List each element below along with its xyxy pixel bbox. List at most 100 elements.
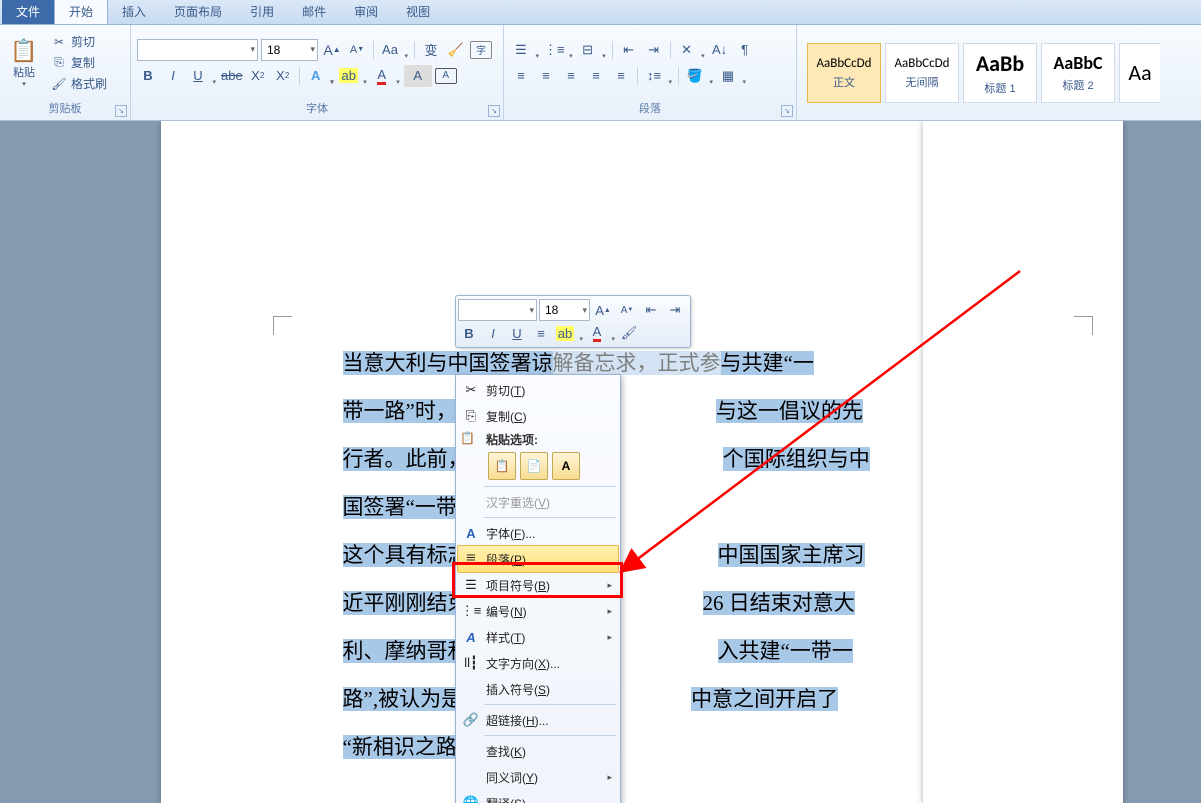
sort-button[interactable]: A↓ bbox=[709, 39, 731, 61]
paste-label: 粘贴 bbox=[13, 64, 35, 80]
font-dialog-launcher[interactable]: ↘ bbox=[488, 105, 500, 117]
line-spacing-button[interactable]: ↕≡ bbox=[643, 65, 673, 87]
mini-font-family[interactable] bbox=[458, 299, 537, 321]
ctx-styles[interactable]: A样式(T)▸ bbox=[458, 624, 618, 650]
underline-button[interactable]: U bbox=[187, 65, 217, 87]
group-paragraph: ☰ ⋮≡ ⊟ ⇤ ⇥ ✕ A↓ ¶ ≡ ≡ ≡ ≡ ≡ ↕≡ 🪣 bbox=[504, 25, 797, 120]
numbering-button[interactable]: ⋮≡ bbox=[543, 39, 574, 61]
paragraph-dialog-launcher[interactable]: ↘ bbox=[781, 105, 793, 117]
font-color-button[interactable]: A bbox=[371, 65, 401, 87]
shrink-font-button[interactable]: A▼ bbox=[346, 39, 368, 61]
shading-button[interactable]: 🪣 bbox=[684, 65, 714, 87]
style-heading1[interactable]: AaBb 标题 1 bbox=[963, 43, 1037, 103]
mini-shrink-font[interactable]: A▼ bbox=[616, 299, 638, 321]
ctx-hyperlink[interactable]: 🔗超链接(H)... bbox=[458, 707, 618, 733]
mini-italic[interactable]: I bbox=[482, 322, 504, 344]
subscript-button[interactable]: X2 bbox=[247, 65, 269, 87]
clipboard-icon: 📋 bbox=[10, 38, 37, 64]
clear-formatting-button[interactable]: 🧹 bbox=[445, 39, 467, 61]
ctx-copy[interactable]: ⎘复制(C) bbox=[458, 403, 618, 429]
tab-page-layout[interactable]: 页面布局 bbox=[160, 0, 236, 24]
mini-bold[interactable]: B bbox=[458, 322, 480, 344]
character-border-button[interactable]: A bbox=[435, 68, 457, 84]
tab-file[interactable]: 文件 bbox=[2, 0, 54, 24]
link-icon: 🔗 bbox=[462, 711, 480, 729]
mini-center[interactable]: ≡ bbox=[530, 322, 552, 344]
format-painter-button[interactable]: 🖌格式刷 bbox=[48, 74, 110, 93]
align-center-button[interactable]: ≡ bbox=[535, 65, 557, 87]
asian-layout-button[interactable]: ✕ bbox=[676, 39, 706, 61]
document-workspace: 当意大利与中国签署谅解备忘求，正式参与共建“一 带一路”时，它成为七与这一倡议的… bbox=[0, 121, 1201, 803]
document-body-text[interactable]: 当意大利与中国签署谅解备忘求，正式参与共建“一 带一路”时，它成为七与这一倡议的… bbox=[343, 339, 968, 771]
menu-tabs: 文件 开始 插入 页面布局 引用 邮件 审阅 视图 bbox=[0, 0, 1201, 25]
paste-button[interactable]: 📋 粘贴 ▾ bbox=[6, 33, 42, 93]
ctx-translate[interactable]: 🌐翻译(S) bbox=[458, 790, 618, 803]
tab-home[interactable]: 开始 bbox=[54, 0, 108, 24]
style-heading2[interactable]: AaBbC 标题 2 bbox=[1041, 43, 1115, 103]
ctx-numbering[interactable]: ⋮≡编号(N)▸ bbox=[458, 598, 618, 624]
multilevel-list-button[interactable]: ⊟ bbox=[577, 39, 607, 61]
bullets-button[interactable]: ☰ bbox=[510, 39, 540, 61]
enclose-characters-button[interactable]: 字 bbox=[470, 41, 492, 59]
mini-increase-indent[interactable]: ⇥ bbox=[664, 299, 686, 321]
justify-button[interactable]: ≡ bbox=[585, 65, 607, 87]
mini-highlight[interactable]: ab bbox=[554, 322, 584, 344]
ctx-insert-symbol[interactable]: 插入符号(S) bbox=[458, 676, 618, 702]
tab-review[interactable]: 审阅 bbox=[340, 0, 392, 24]
ctx-find[interactable]: 查找(K) bbox=[458, 738, 618, 764]
character-shading-button[interactable]: A bbox=[404, 65, 432, 87]
grow-font-button[interactable]: A▲ bbox=[321, 39, 343, 61]
highlight-button[interactable]: ab bbox=[338, 65, 368, 87]
distributed-button[interactable]: ≡ bbox=[610, 65, 632, 87]
font-family-combo[interactable] bbox=[137, 39, 258, 61]
paste-keep-source[interactable]: 📋 bbox=[488, 452, 516, 480]
change-case-button[interactable]: Aa bbox=[379, 39, 409, 61]
ctx-bullets[interactable]: ☰项目符号(B)▸ bbox=[458, 572, 618, 598]
mini-grow-font[interactable]: A▲ bbox=[592, 299, 614, 321]
margin-corner-tr bbox=[1074, 316, 1093, 335]
align-left-button[interactable]: ≡ bbox=[510, 65, 532, 87]
style-normal[interactable]: AaBbCcDd 正文 bbox=[807, 43, 881, 103]
ctx-paragraph[interactable]: ≣段落(P)... bbox=[457, 545, 619, 573]
ctx-text-direction[interactable]: ll┇文字方向(X)... bbox=[458, 650, 618, 676]
borders-button[interactable]: ▦ bbox=[717, 65, 747, 87]
text-effects-button[interactable]: A bbox=[305, 65, 335, 87]
paste-merge[interactable]: 📄 bbox=[520, 452, 548, 480]
mini-font-color[interactable]: A bbox=[586, 322, 616, 344]
mini-decrease-indent[interactable]: ⇤ bbox=[640, 299, 662, 321]
phonetic-guide-button[interactable]: 变 bbox=[420, 39, 442, 61]
ctx-font[interactable]: A字体(F)... bbox=[458, 520, 618, 546]
translate-icon: 🌐 bbox=[462, 794, 480, 803]
group-clipboard: 📋 粘贴 ▾ ✂剪切 ⎘复制 🖌格式刷 剪贴板 ↘ bbox=[0, 25, 131, 120]
mini-underline[interactable]: U bbox=[506, 322, 528, 344]
clipboard-icon: 📋 bbox=[460, 431, 475, 445]
brush-icon: 🖌 bbox=[51, 76, 67, 92]
paste-text-only[interactable]: A bbox=[552, 452, 580, 480]
tab-references[interactable]: 引用 bbox=[236, 0, 288, 24]
font-size-combo[interactable]: 18 bbox=[261, 39, 318, 61]
ctx-cut[interactable]: ✂剪切(T) bbox=[458, 377, 618, 403]
tab-view[interactable]: 视图 bbox=[392, 0, 444, 24]
ctx-paste-header: 📋粘贴选项: bbox=[458, 429, 618, 450]
tab-insert[interactable]: 插入 bbox=[108, 0, 160, 24]
bold-button[interactable]: B bbox=[137, 65, 159, 87]
cut-button[interactable]: ✂剪切 bbox=[48, 32, 110, 51]
context-menu: ✂剪切(T) ⎘复制(C) 📋粘贴选项: 📋 📄 A 汉字重选(V) A字体(F… bbox=[455, 374, 621, 803]
font-icon: A bbox=[462, 524, 480, 542]
italic-button[interactable]: I bbox=[162, 65, 184, 87]
strikethrough-button[interactable]: abe bbox=[220, 65, 244, 87]
ctx-synonyms[interactable]: 同义词(Y)▸ bbox=[458, 764, 618, 790]
clipboard-group-label: 剪贴板 bbox=[6, 98, 124, 118]
superscript-button[interactable]: X2 bbox=[272, 65, 294, 87]
mini-format-painter[interactable]: 🖌 bbox=[618, 322, 640, 344]
tab-mailings[interactable]: 邮件 bbox=[288, 0, 340, 24]
copy-button[interactable]: ⎘复制 bbox=[48, 53, 110, 72]
decrease-indent-button[interactable]: ⇤ bbox=[618, 39, 640, 61]
mini-font-size[interactable]: 18 bbox=[539, 299, 590, 321]
increase-indent-button[interactable]: ⇥ bbox=[643, 39, 665, 61]
show-marks-button[interactable]: ¶ bbox=[734, 39, 756, 61]
style-no-spacing[interactable]: AaBbCcDd 无间隔 bbox=[885, 43, 959, 103]
clipboard-dialog-launcher[interactable]: ↘ bbox=[115, 105, 127, 117]
align-right-button[interactable]: ≡ bbox=[560, 65, 582, 87]
style-more[interactable]: Aa bbox=[1119, 43, 1160, 103]
